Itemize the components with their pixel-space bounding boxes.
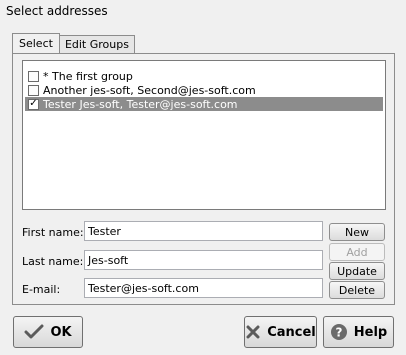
help-button[interactable]: ? Help <box>323 316 394 348</box>
list-item[interactable]: Another jes-soft, Second@jes-soft.com <box>25 83 383 97</box>
ok-button-label: OK <box>50 324 72 340</box>
list-item-label: Tester Jes-soft, Tester@jes-soft.com <box>43 97 238 111</box>
help-button-label: Help <box>353 324 388 340</box>
list-item-label: * The first group <box>43 69 133 83</box>
update-button[interactable]: Update <box>329 262 385 280</box>
list-item-label: Another jes-soft, Second@jes-soft.com <box>43 83 256 97</box>
tab-select-label: Select <box>19 37 53 50</box>
checkbox[interactable] <box>28 84 39 96</box>
tab-select[interactable]: Select <box>12 33 60 53</box>
add-button[interactable]: Add <box>329 243 385 261</box>
first-name-field[interactable]: Tester <box>84 221 323 241</box>
tab-bar: Select Edit Groups <box>12 33 135 53</box>
tab-edit-groups-label: Edit Groups <box>64 38 129 51</box>
last-name-label: Last name: <box>22 255 84 268</box>
last-name-field[interactable]: Jes-soft <box>84 250 323 270</box>
cancel-button[interactable]: Cancel <box>244 316 317 348</box>
ok-button[interactable]: OK <box>13 316 83 348</box>
window-titlebar: Select addresses <box>0 0 406 22</box>
list-item-selected[interactable]: ✓ Tester Jes-soft, Tester@jes-soft.com <box>25 97 383 111</box>
tab-edit-groups[interactable]: Edit Groups <box>58 35 135 53</box>
checkbox-checked[interactable]: ✓ <box>28 98 39 110</box>
first-name-label: First name: <box>22 226 84 239</box>
email-field[interactable]: Tester@jes-soft.com <box>84 278 323 298</box>
select-tab-panel: * The first group Another jes-soft, Seco… <box>12 53 395 305</box>
x-icon <box>245 324 261 340</box>
checkbox[interactable] <box>28 70 39 82</box>
cancel-button-label: Cancel <box>267 324 316 340</box>
window-title: Select addresses <box>6 4 108 18</box>
check-icon <box>24 324 44 340</box>
svg-text:?: ? <box>335 326 342 340</box>
email-label: E-mail: <box>22 283 61 296</box>
address-list[interactable]: * The first group Another jes-soft, Seco… <box>22 60 386 210</box>
new-button[interactable]: New <box>329 223 385 241</box>
question-icon: ? <box>330 323 348 341</box>
delete-button[interactable]: Delete <box>329 281 385 299</box>
list-item[interactable]: * The first group <box>25 69 383 83</box>
